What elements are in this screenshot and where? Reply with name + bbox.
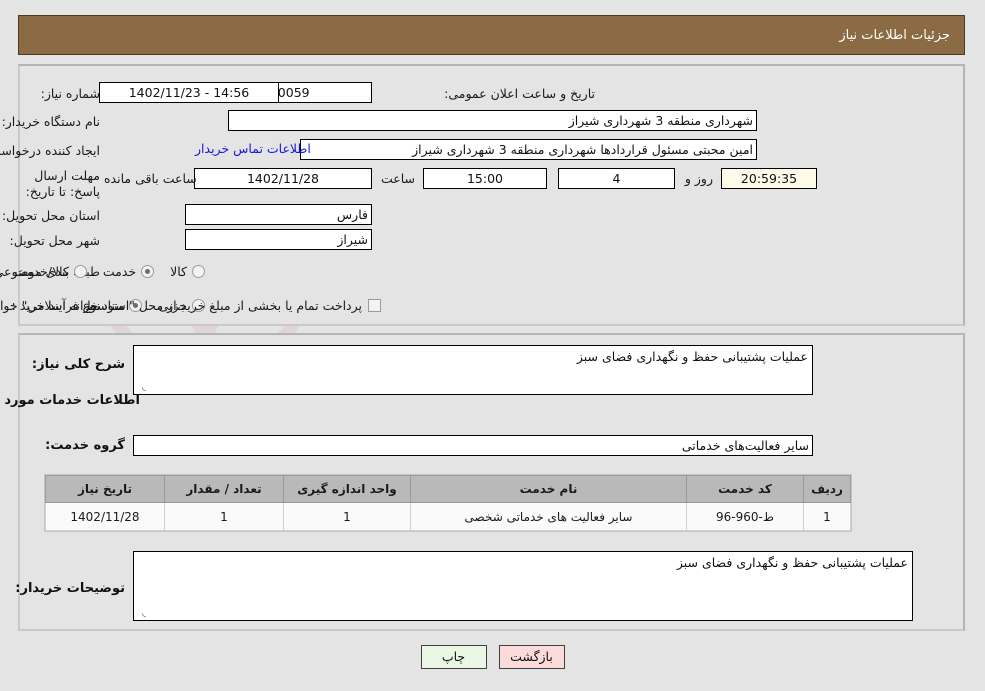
treasury-checkbox[interactable] bbox=[368, 298, 381, 312]
buyer-contact-link[interactable]: اطلاعات تماس خریدار bbox=[195, 141, 311, 156]
countdown-label: ساعت باقی مانده bbox=[104, 171, 197, 186]
print-button[interactable]: چاپ bbox=[420, 645, 487, 669]
table-header-row: ردیف کد خدمت نام خدمت واحد اندازه گیری ت… bbox=[45, 475, 851, 503]
buyer-notes-label: توضیحات خریدار: bbox=[15, 581, 125, 596]
services-table-wrapper: ردیف کد خدمت نام خدمت واحد اندازه گیری ت… bbox=[44, 474, 852, 532]
creator-label: ایجاد کننده درخواست: bbox=[0, 142, 100, 158]
col-service-name: نام خدمت bbox=[410, 475, 687, 503]
days-remaining-field[interactable]: 4 bbox=[558, 168, 675, 189]
deadline-date-field[interactable]: 1402/11/28 bbox=[194, 168, 372, 189]
need-desc-label: شرح کلی نیاز: bbox=[31, 357, 125, 372]
cell-service-name: سایر فعالیت های خدماتی شخصی bbox=[410, 502, 687, 531]
category-radio-group: کالا خدمت کالا/خدمت bbox=[0, 260, 205, 282]
cell-unit: 1 bbox=[283, 502, 411, 531]
footer-actions: بازگشت چاپ bbox=[0, 645, 985, 669]
window-title-bar: جزئیات اطلاعات نیاز bbox=[18, 15, 965, 55]
page-root: AriaTender.net جزئیات اطلاعات نیاز شماره… bbox=[0, 0, 985, 691]
category-option-label-1: خدمت bbox=[102, 263, 137, 279]
creator-field[interactable]: امین محبتی مسئول قراردادها شهرداری منطقه… bbox=[300, 139, 757, 160]
radio-circle-selected-icon bbox=[141, 264, 155, 278]
province-field[interactable]: فارس bbox=[185, 204, 372, 225]
deadline-label-row: مهلت ارسال پاسخ: تا تاریخ: bbox=[8, 168, 100, 202]
need-desc-value: عملیات پشتیبانی حفظ و نگهداری فضای سبز bbox=[576, 349, 808, 364]
province-label-row: استان محل تحویل: bbox=[2, 204, 100, 226]
page-title: جزئیات اطلاعات نیاز bbox=[839, 27, 950, 43]
table-row[interactable]: 1 ط-960-96 سایر فعالیت های خدماتی شخصی 1… bbox=[45, 502, 851, 531]
resize-grip-icon[interactable]: ◟ bbox=[136, 383, 146, 393]
need-number-label-row: شماره نیاز: bbox=[41, 82, 100, 104]
category-radio-kala[interactable]: کالا bbox=[170, 264, 205, 279]
services-section-heading: اطلاعات خدمات مورد نیاز bbox=[0, 393, 140, 408]
cell-need-date: 1402/11/28 bbox=[45, 502, 165, 531]
announce-datetime-label: تاریخ و ساعت اعلان عمومی: bbox=[444, 85, 595, 101]
service-group-field[interactable]: سایر فعالیت‌های خدماتی bbox=[133, 435, 813, 456]
buyer-notes-value: عملیات پشتیبانی حفظ و نگهداری فضای سبز bbox=[676, 555, 908, 570]
buyer-org-label-row: نام دستگاه خریدار: bbox=[2, 110, 100, 132]
radio-circle-icon bbox=[192, 264, 205, 278]
cell-service-code: ط-960-96 bbox=[686, 502, 804, 531]
cell-row-no: 1 bbox=[803, 502, 851, 531]
category-radio-khedmat[interactable]: خدمت bbox=[102, 263, 155, 279]
deadline-label: مهلت ارسال پاسخ: تا تاریخ: bbox=[25, 168, 100, 199]
hour-label: ساعت bbox=[380, 171, 415, 186]
resize-grip-icon[interactable]: ◟ bbox=[136, 609, 146, 619]
buyer-org-field[interactable]: شهرداری منطقه 3 شهرداری شیراز bbox=[228, 110, 757, 131]
need-number-label: شماره نیاز: bbox=[40, 85, 100, 101]
back-button[interactable]: بازگشت bbox=[498, 645, 565, 669]
col-row-no: ردیف bbox=[803, 475, 851, 503]
col-quantity: تعداد / مقدار bbox=[164, 475, 284, 503]
city-field[interactable]: شیراز bbox=[185, 229, 372, 250]
announce-datetime-field[interactable]: 14:56 - 1402/11/23 bbox=[99, 82, 279, 103]
col-unit: واحد اندازه گیری bbox=[283, 475, 411, 503]
category-option-label-0: کالا bbox=[170, 263, 187, 279]
announce-label-row: تاریخ و ساعت اعلان عمومی: bbox=[444, 82, 595, 104]
city-label: شهر محل تحویل: bbox=[9, 232, 100, 248]
countdown-field: 20:59:35 bbox=[721, 168, 817, 189]
category-radio-kala-khedmat[interactable]: کالا/خدمت bbox=[14, 263, 87, 279]
col-need-date: تاریخ نیاز bbox=[45, 475, 165, 503]
days-label: روز و bbox=[684, 171, 713, 186]
hour-field[interactable]: 15:00 bbox=[423, 168, 547, 189]
buyer-notes-textarea[interactable]: عملیات پشتیبانی حفظ و نگهداری فضای سبز ◟ bbox=[133, 551, 913, 621]
need-desc-textarea[interactable]: عملیات پشتیبانی حفظ و نگهداری فضای سبز ◟ bbox=[133, 345, 813, 395]
radio-circle-icon bbox=[73, 264, 87, 278]
city-label-row: شهر محل تحویل: bbox=[10, 229, 100, 251]
treasury-checkbox-label: پرداخت تمام یا بخشی از مبلغ خرید،از محل … bbox=[0, 297, 362, 313]
treasury-checkbox-row[interactable]: پرداخت تمام یا بخشی از مبلغ خرید،از محل … bbox=[0, 294, 381, 316]
creator-label-row: ایجاد کننده درخواست: bbox=[0, 139, 100, 161]
service-group-label: گروه خدمت: bbox=[45, 438, 125, 453]
services-table: ردیف کد خدمت نام خدمت واحد اندازه گیری ت… bbox=[45, 475, 851, 531]
col-service-code: کد خدمت bbox=[686, 475, 804, 503]
province-label: استان محل تحویل: bbox=[1, 207, 100, 223]
category-option-label-2: کالا/خدمت bbox=[14, 263, 69, 279]
cell-quantity: 1 bbox=[164, 502, 284, 531]
buyer-org-label: نام دستگاه خریدار: bbox=[1, 113, 100, 129]
